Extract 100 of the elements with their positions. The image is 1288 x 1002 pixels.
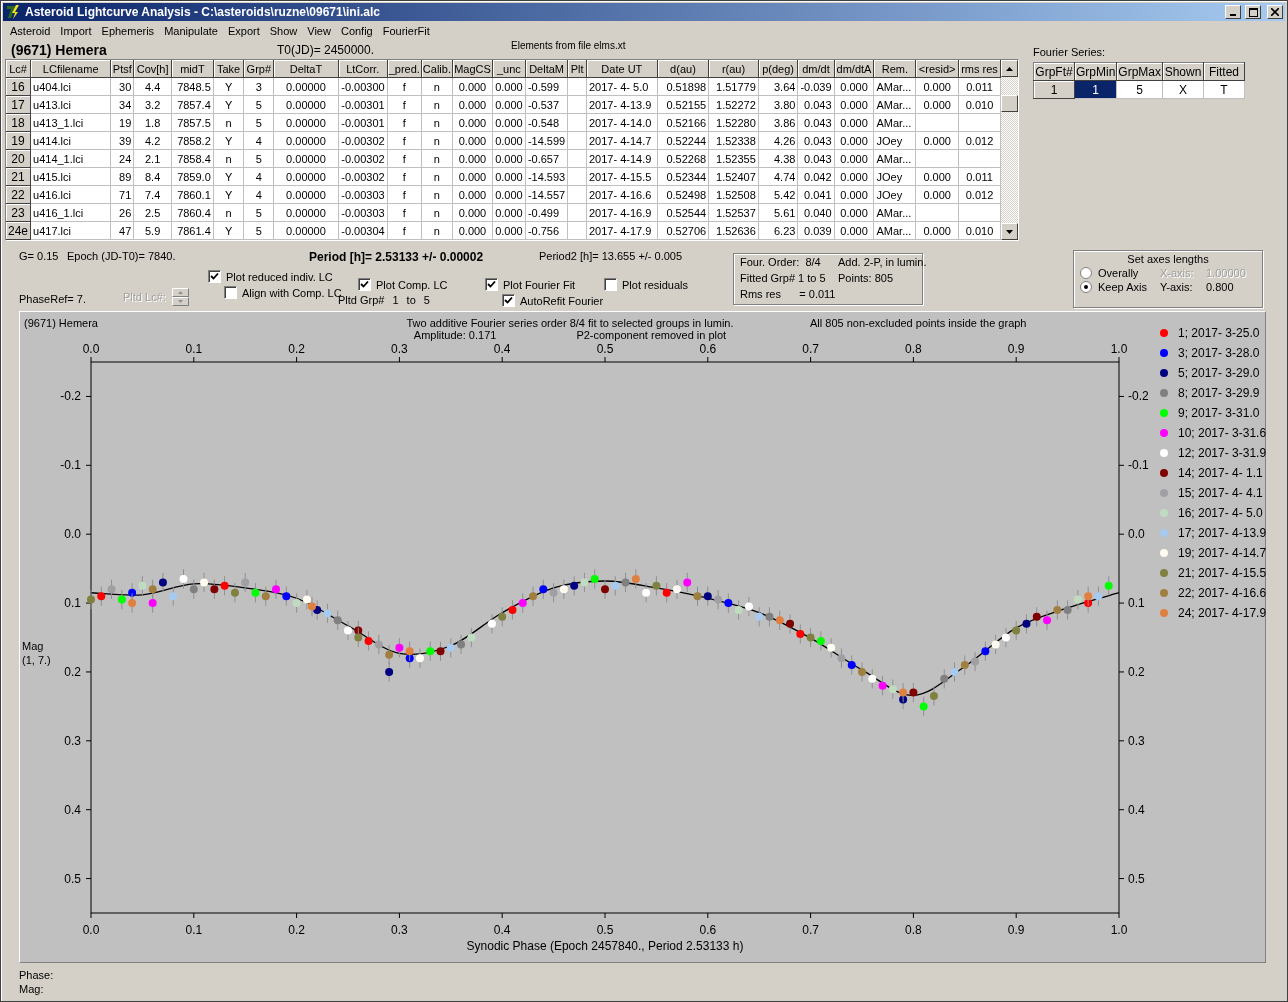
table-cell: u404.lci [30, 77, 111, 96]
column-header[interactable]: rms res [958, 60, 1001, 78]
table-cell[interactable]: X [1162, 80, 1204, 99]
legend-label: 1; 2017- 3-25.0 [1178, 326, 1260, 340]
table-cell: 0.000 [492, 185, 526, 204]
column-header[interactable]: Fitted [1203, 62, 1245, 81]
table-cell: 0.000 [492, 167, 526, 186]
column-header[interactable]: LtCorr. [338, 60, 388, 78]
table-cell: n [421, 149, 453, 168]
table-cell: 0.000 [834, 77, 874, 96]
point [344, 626, 352, 635]
menu-item[interactable]: Show [264, 24, 303, 37]
column-header[interactable]: Calib. [421, 60, 453, 78]
point [580, 578, 589, 587]
x-axis-label: Synodic Phase (Epoch 2457840., Period 2.53133 h) [466, 939, 744, 953]
column-header[interactable]: dm/dtA [834, 60, 874, 78]
column-header[interactable]: DeltaT [273, 60, 339, 78]
point [282, 592, 291, 601]
legend-label: 15; 2017- 4- 4.1 [1178, 486, 1263, 500]
column-header[interactable]: Ptsf [110, 60, 134, 78]
column-header[interactable]: Grp# [243, 60, 274, 78]
point [308, 602, 317, 611]
menu-item[interactable]: Ephemeris [96, 24, 160, 37]
table-cell: -14.557 [525, 185, 568, 204]
table-cell: n [421, 221, 453, 240]
table-cell: Y [213, 131, 244, 150]
table-cell: f [387, 203, 422, 222]
y-axis-label: Mag [22, 639, 45, 652]
table-cell: u417.lci [30, 221, 111, 240]
table-cell: f [387, 149, 422, 168]
column-header[interactable]: Take [213, 60, 244, 78]
table-cell[interactable]: 5 [1116, 80, 1163, 99]
column-header[interactable]: _unc [492, 60, 526, 78]
column-header[interactable]: GrpMax [1116, 62, 1163, 81]
column-header[interactable]: Rem. [873, 60, 916, 78]
table-cell: u416.lci [30, 185, 111, 204]
tick-label: 0.1 [1128, 596, 1145, 611]
column-header[interactable]: p(deg) [758, 60, 798, 78]
table-cell: 47 [110, 221, 134, 240]
point [672, 585, 681, 594]
point [878, 681, 887, 690]
point [868, 674, 877, 683]
column-header[interactable]: midT [171, 60, 214, 78]
table-cell: 3 [243, 77, 274, 96]
table-cell: u414.lci [30, 131, 111, 150]
column-header[interactable]: MagCS [452, 60, 493, 78]
column-header[interactable]: DeltaM [525, 60, 568, 78]
table-cell: f [387, 77, 422, 96]
table-cell: 0.00000 [273, 113, 339, 132]
column-header[interactable]: GrpMin [1074, 62, 1117, 81]
tick-label: 0.2 [288, 343, 305, 356]
table-cell: n [421, 95, 453, 114]
column-header[interactable]: Date UT [586, 60, 658, 78]
table-cell: 7858.4 [171, 149, 214, 168]
column-header[interactable]: GrpFt# [1033, 62, 1075, 81]
menu-item[interactable]: Export [222, 24, 265, 37]
table-cell: 7848.5 [171, 77, 214, 96]
point [796, 630, 805, 639]
tick-label: 0.0 [1128, 527, 1145, 542]
point [1084, 592, 1093, 601]
menu-item[interactable]: Manipulate [159, 24, 223, 37]
table-cell: 0.043 [797, 113, 835, 132]
table-cell: 0.041 [797, 185, 835, 204]
table-cell: n [213, 203, 244, 222]
table-cell: n [421, 203, 453, 222]
column-header[interactable]: dm/dt [797, 60, 835, 78]
table-cell: JOey [873, 131, 916, 150]
table-cell: 0.52544 [657, 203, 709, 222]
column-header[interactable]: Shown [1162, 62, 1204, 81]
column-header[interactable]: LCfilename [30, 60, 111, 78]
menu-item[interactable]: Config [335, 24, 378, 37]
table-cell: 0.000 [915, 131, 959, 150]
table-cell: 39 [110, 131, 134, 150]
menu-item[interactable]: Asteroid [5, 24, 56, 37]
table-cell: 0.00000 [273, 203, 339, 222]
fit-info-text: Four. Order: 8/4 [740, 256, 822, 270]
column-header[interactable]: _pred. [387, 60, 422, 78]
menu-item[interactable]: Import [55, 24, 97, 37]
column-header[interactable]: r(au) [708, 60, 759, 78]
column-header[interactable]: <resid> [915, 60, 959, 78]
tick-label: 0.1 [185, 923, 203, 937]
table-cell: 0.000 [834, 113, 874, 132]
table-cell: 24 [110, 149, 134, 168]
column-header[interactable]: Cov[h] [133, 60, 172, 78]
column-header[interactable]: d(au) [657, 60, 709, 78]
table-cell: Y [213, 95, 244, 114]
table-cell: AMar... [873, 221, 916, 240]
table-cell: -0.657 [525, 149, 568, 168]
table-cell: 2017- 4-16.9 [586, 203, 658, 222]
point [1022, 619, 1031, 628]
point [1104, 581, 1113, 590]
table-cell: -14.599 [525, 131, 568, 150]
plot-name: (9671) Hemera [24, 317, 99, 331]
table-cell: 0.043 [797, 95, 835, 114]
menu-item[interactable]: View [302, 24, 336, 37]
table-cell: -0.00300 [338, 77, 388, 96]
menu-item[interactable]: FourierFit [377, 24, 435, 37]
column-header[interactable]: Lc# [6, 60, 31, 78]
table-cell[interactable]: T [1203, 80, 1245, 99]
checkbox-label: Plot Fourier Fit [503, 278, 576, 291]
